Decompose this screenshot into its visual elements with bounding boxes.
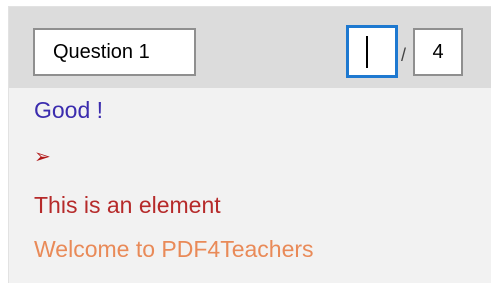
page-number-input[interactable] (346, 25, 398, 78)
list-item-arrow-icon[interactable]: ➢ (34, 144, 51, 169)
question-selector[interactable]: Question 1 (33, 28, 196, 76)
page-separator: / (401, 45, 407, 65)
text-caret (366, 36, 368, 68)
list-item-good[interactable]: Good ! (34, 97, 103, 124)
elements-panel: Question 1 / 4 Good ! ➢ This is an eleme… (8, 6, 491, 283)
page-total-field: 4 (413, 28, 463, 76)
list-item-element[interactable]: This is an element (34, 192, 221, 219)
list-item-welcome[interactable]: Welcome to PDF4Teachers (34, 236, 314, 263)
panel-toolbar: Question 1 / 4 (9, 7, 491, 88)
